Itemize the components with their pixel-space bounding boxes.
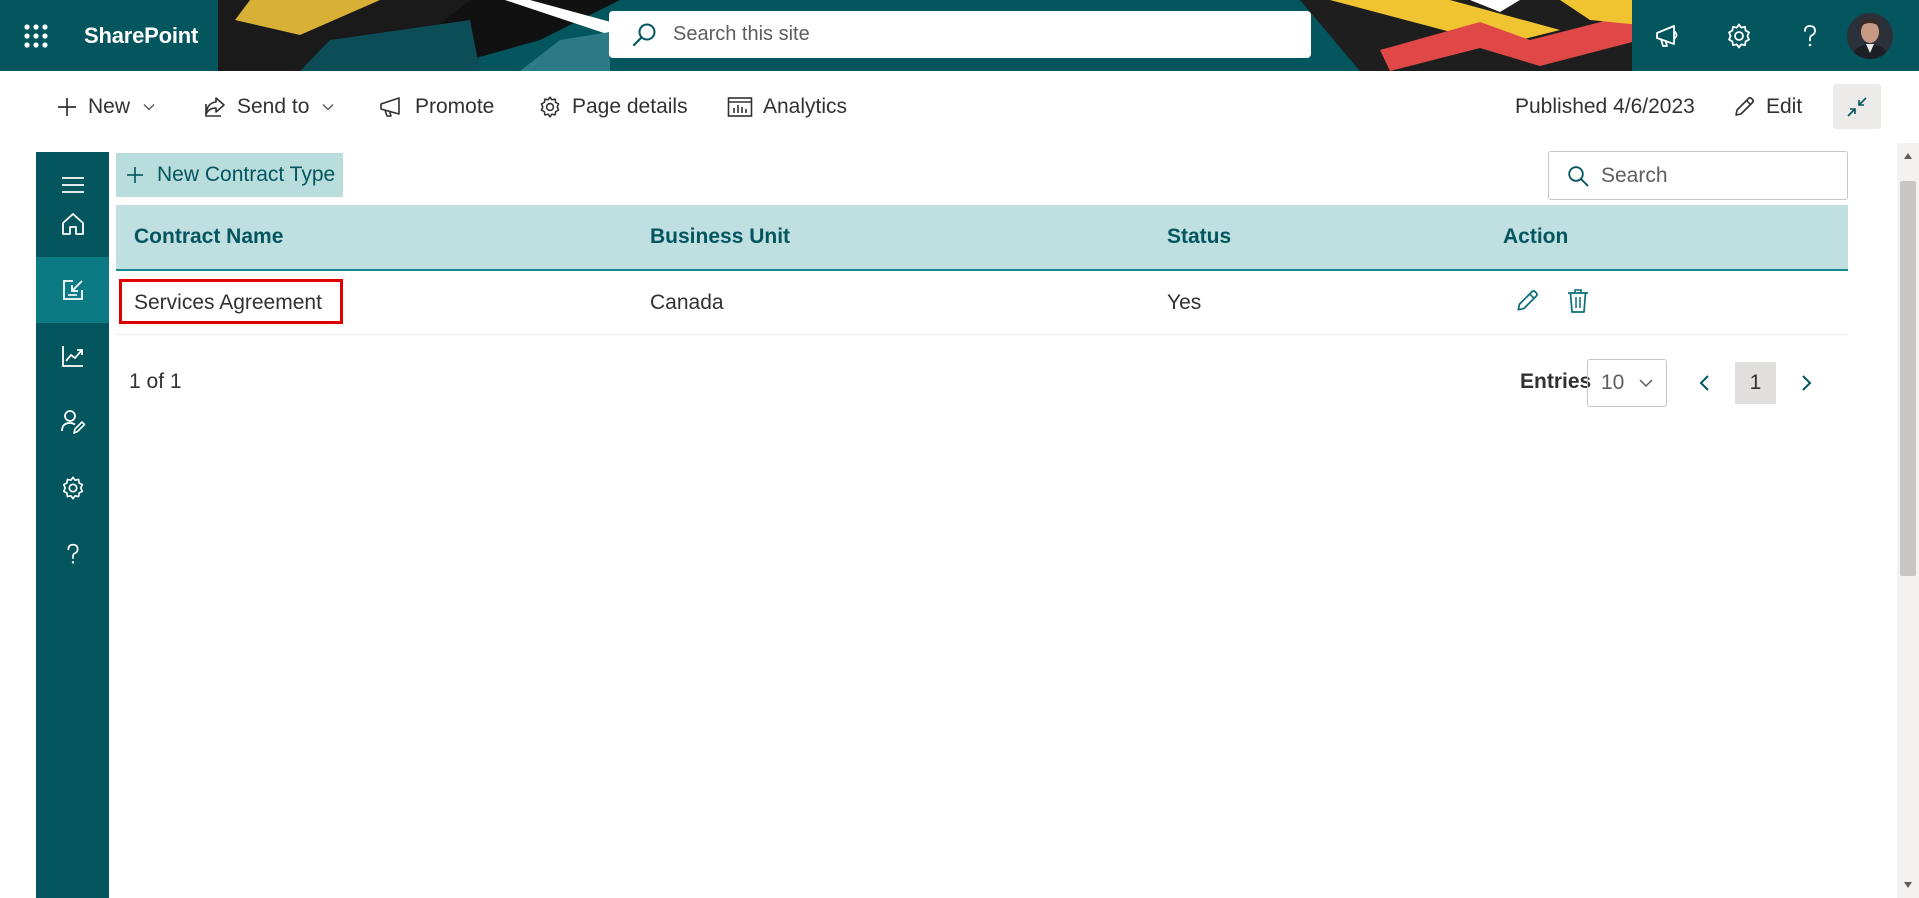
app-launcher-icon <box>23 23 48 48</box>
rail-item-users[interactable] <box>36 389 109 455</box>
previous-page-button[interactable] <box>1685 361 1725 405</box>
contracts-icon <box>62 280 83 300</box>
scroll-down-arrow-icon <box>1904 882 1912 888</box>
app-left-rail <box>36 152 109 898</box>
settings-gear-icon <box>62 476 83 500</box>
user-edit-icon <box>60 410 85 434</box>
chevron-right-icon <box>1802 375 1812 391</box>
suite-bar: SharePoint Search this site <box>0 0 1919 71</box>
cell-business-unit: Canada <box>650 291 724 314</box>
collapse-arrows-icon <box>1847 96 1867 117</box>
column-header-action: Action <box>1503 225 1569 248</box>
new-label: New <box>88 95 131 118</box>
chevron-left-icon <box>1699 375 1709 391</box>
feedback-megaphone-icon <box>1655 24 1677 47</box>
cell-contract-name[interactable]: Services Agreement <box>134 271 322 334</box>
command-bar: New Send to Promote Page details Analyti… <box>0 71 1919 143</box>
chevron-down-icon <box>143 103 155 111</box>
page-details-button[interactable]: Page details <box>538 71 688 143</box>
home-icon <box>61 213 84 235</box>
app-launcher-button[interactable] <box>0 0 71 71</box>
trash-icon <box>1568 289 1588 313</box>
table-header: Contract Name Business Unit Status Actio… <box>116 205 1848 271</box>
feedback-button[interactable] <box>1632 0 1703 71</box>
analytics-label: Analytics <box>763 95 848 118</box>
new-button[interactable]: New <box>56 71 156 143</box>
scroll-up-button[interactable] <box>1897 145 1919 167</box>
page-details-label: Page details <box>572 95 688 118</box>
pencil-icon <box>1517 290 1538 311</box>
analytics-icon <box>727 97 753 117</box>
new-contract-type-label: New Contract Type <box>157 163 336 186</box>
list-search-input[interactable]: Search <box>1548 151 1848 200</box>
column-header-contract-name[interactable]: Contract Name <box>134 205 283 269</box>
entries-value: 10 <box>1601 371 1625 394</box>
analytics-button[interactable]: Analytics <box>727 71 847 143</box>
share-icon <box>205 97 225 117</box>
collapse-button[interactable] <box>1833 84 1881 129</box>
next-page-button[interactable] <box>1786 361 1826 405</box>
edit-row-button[interactable] <box>1511 285 1543 317</box>
settings-button[interactable] <box>1703 0 1774 71</box>
scroll-up-arrow-icon <box>1904 153 1912 159</box>
app-name[interactable]: SharePoint <box>84 0 198 71</box>
plus-icon <box>127 167 143 183</box>
vertical-scrollbar[interactable] <box>1897 143 1919 898</box>
scroll-thumb[interactable] <box>1900 181 1916 576</box>
search-icon <box>1568 165 1589 186</box>
delete-row-button[interactable] <box>1562 285 1594 317</box>
settings-gear-icon <box>540 96 560 118</box>
send-to-button[interactable]: Send to <box>203 71 335 143</box>
site-search-placeholder: Search this site <box>673 23 810 45</box>
help-question-icon <box>1803 24 1816 46</box>
suite-actions <box>1632 0 1919 71</box>
promote-button[interactable]: Promote <box>379 71 494 143</box>
column-header-business-unit[interactable]: Business Unit <box>650 205 790 269</box>
published-status: Published 4/6/2023 <box>1515 95 1695 118</box>
help-question-icon <box>67 543 78 564</box>
rail-item-help[interactable] <box>36 521 109 587</box>
cell-status: Yes <box>1167 291 1202 314</box>
megaphone-icon <box>380 97 400 117</box>
current-page-button[interactable]: 1 <box>1735 362 1776 404</box>
pagination-count: 1 of 1 <box>129 370 182 393</box>
list-search-placeholder: Search <box>1601 163 1668 187</box>
send-to-label: Send to <box>237 95 310 118</box>
column-header-status[interactable]: Status <box>1167 205 1231 269</box>
settings-gear-icon <box>1727 23 1750 48</box>
site-search-box[interactable]: Search this site <box>609 11 1311 58</box>
search-icon <box>632 23 656 46</box>
rail-item-contracts[interactable] <box>36 257 109 323</box>
entries-label: Entries <box>1520 370 1592 393</box>
entries-dropdown[interactable]: 10 <box>1587 359 1667 407</box>
new-contract-type-button[interactable]: New Contract Type <box>116 153 343 197</box>
pencil-icon <box>1735 96 1755 116</box>
promote-label: Promote <box>415 95 495 118</box>
rail-item-home[interactable] <box>36 191 109 257</box>
plus-icon <box>58 98 76 116</box>
rail-item-settings[interactable] <box>36 455 109 521</box>
user-avatar-photo <box>1847 12 1893 59</box>
user-avatar[interactable] <box>1847 12 1893 59</box>
chevron-down-icon <box>322 103 334 111</box>
help-button[interactable] <box>1774 0 1845 71</box>
analytics-chart-icon <box>61 346 83 367</box>
chevron-down-icon <box>1639 379 1653 388</box>
edit-label: Edit <box>1766 95 1803 118</box>
table-row: Services Agreement Canada Yes <box>116 271 1848 335</box>
rail-item-analytics[interactable] <box>36 323 109 389</box>
edit-button[interactable]: Edit <box>1732 71 1802 143</box>
scroll-down-button[interactable] <box>1897 874 1919 896</box>
